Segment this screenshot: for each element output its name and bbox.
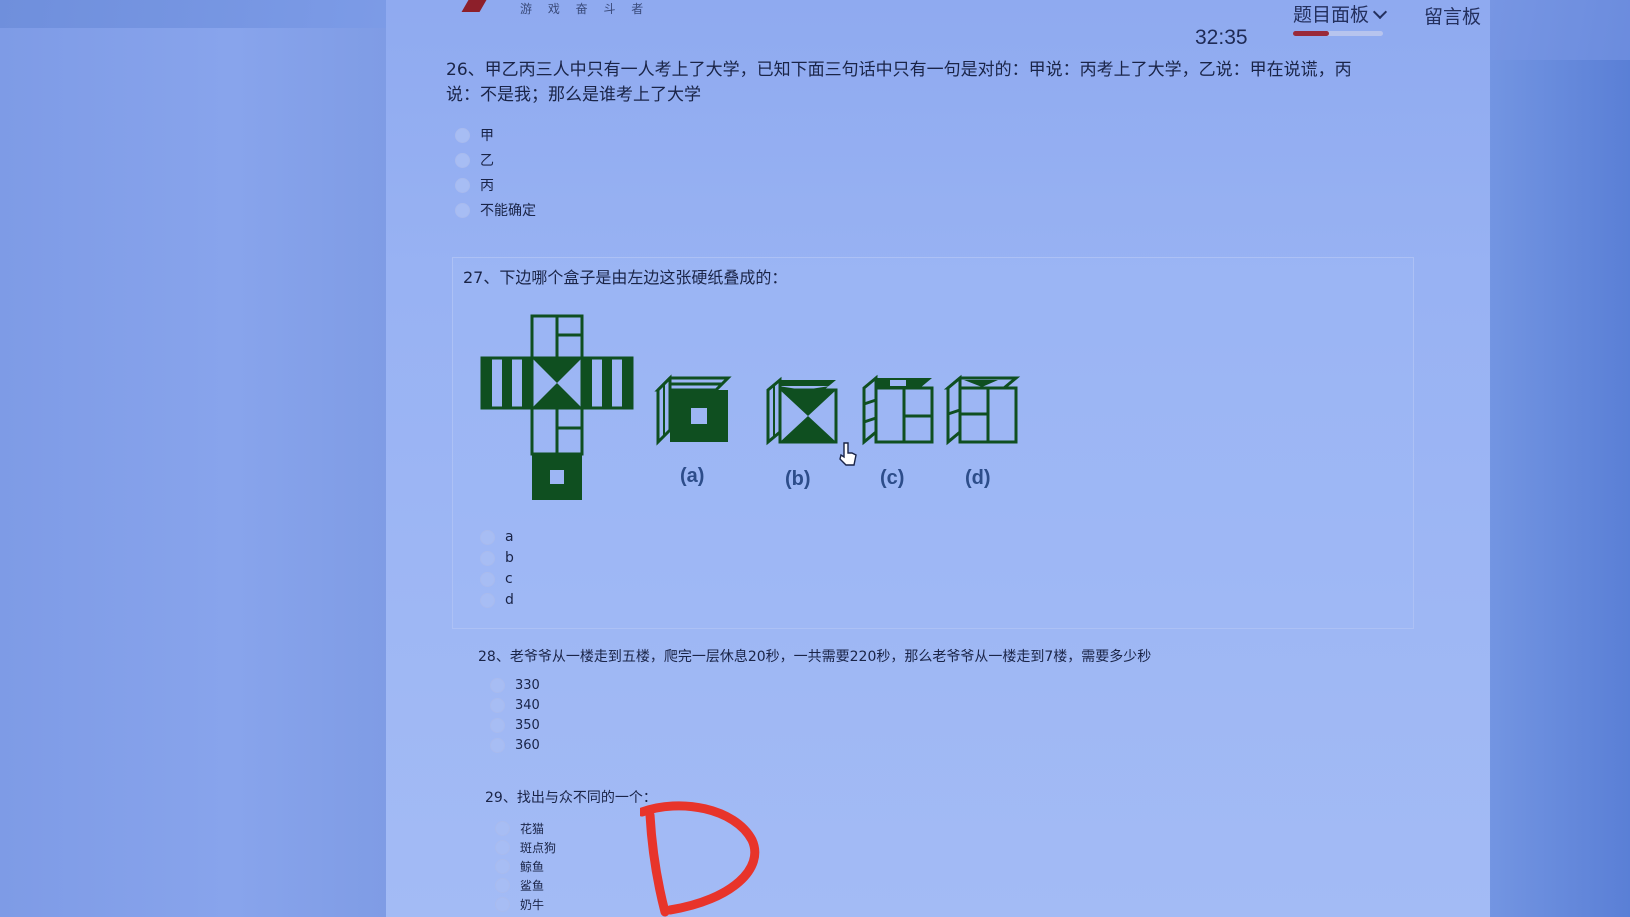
radio-button[interactable] <box>490 738 505 753</box>
right-background-panel <box>1490 60 1630 917</box>
logo-icon <box>461 0 487 12</box>
question-panel-dropdown[interactable]: 题目面板 <box>1293 0 1388 27</box>
radio-button[interactable] <box>495 840 510 855</box>
q29-option-b[interactable]: 斑点狗 <box>495 839 556 856</box>
radio-button[interactable] <box>490 678 505 693</box>
q26-option-c[interactable]: 丙 <box>455 175 494 195</box>
q27-option-c[interactable]: c <box>480 571 513 587</box>
message-board-link[interactable]: 留言板 <box>1424 2 1481 29</box>
label-d: (d) <box>965 467 991 489</box>
hand-cursor-icon <box>839 442 857 466</box>
radio-button[interactable] <box>490 698 505 713</box>
radio-button[interactable] <box>480 550 495 566</box>
q27-option-d[interactable]: d <box>480 592 514 608</box>
q27-option-b[interactable]: b <box>480 550 514 566</box>
q27-option-a[interactable]: a <box>480 529 514 545</box>
progress-fill <box>1293 31 1329 36</box>
radio-button[interactable] <box>455 152 470 168</box>
q28-option-c[interactable]: 350 <box>490 718 540 733</box>
q26-option-a[interactable]: 甲 <box>455 125 494 145</box>
q29-option-e[interactable]: 奶牛 <box>495 896 544 913</box>
question-26-title: 26、甲乙丙三人中只有一人考上了大学，已知下面三句话中只有一句是对的：甲说：丙考… <box>446 60 1352 105</box>
radio-button[interactable] <box>480 592 495 608</box>
radio-button[interactable] <box>495 859 510 874</box>
left-background-panel <box>0 28 386 917</box>
radio-button[interactable] <box>480 529 495 545</box>
top-bar: 游 戏 奋 斗 者 32:35 题目面板 留言板 <box>0 0 1630 49</box>
chevron-down-icon <box>1372 4 1388 19</box>
q26-option-d[interactable]: 不能确定 <box>455 200 536 220</box>
radio-button[interactable] <box>490 718 505 733</box>
q26-option-b[interactable]: 乙 <box>455 150 494 170</box>
q29-option-a[interactable]: 花猫 <box>495 820 544 837</box>
handwritten-d-annotation <box>640 801 760 917</box>
progress-bar <box>1293 31 1383 36</box>
question-28-title: 28、老爷爷从一楼走到五楼，爬完一层休息20秒，一共需要220秒，那么老爷爷从一… <box>478 649 1152 665</box>
logo-text: 游 戏 奋 斗 者 <box>520 2 650 16</box>
box-net-figure <box>480 314 1021 500</box>
radio-button[interactable] <box>455 202 470 218</box>
label-b: (b) <box>785 468 811 490</box>
countdown-timer: 32:35 <box>1195 26 1248 49</box>
label-c: (c) <box>880 467 905 489</box>
radio-button[interactable] <box>480 571 495 587</box>
q29-option-c[interactable]: 鲸鱼 <box>495 858 544 875</box>
q28-option-b[interactable]: 340 <box>490 698 540 713</box>
radio-button[interactable] <box>495 878 510 893</box>
radio-button[interactable] <box>455 127 470 143</box>
cube-a <box>654 374 732 446</box>
cube-d <box>943 374 1021 446</box>
q28-option-d[interactable]: 360 <box>490 738 540 753</box>
q29-option-d[interactable]: 鲨鱼 <box>495 877 544 894</box>
question-panel-label: 题目面板 <box>1293 4 1370 26</box>
cube-c <box>862 374 934 446</box>
label-a: (a) <box>680 465 705 487</box>
cube-b <box>766 376 838 446</box>
radio-button[interactable] <box>495 897 510 912</box>
q28-option-a[interactable]: 330 <box>490 678 540 693</box>
radio-button[interactable] <box>455 177 470 193</box>
question-27-title: 27、下边哪个盒子是由左边这张硬纸叠成的： <box>463 268 788 287</box>
radio-button[interactable] <box>495 821 510 836</box>
question-29-title: 29、找出与众不同的一个： <box>485 790 657 806</box>
